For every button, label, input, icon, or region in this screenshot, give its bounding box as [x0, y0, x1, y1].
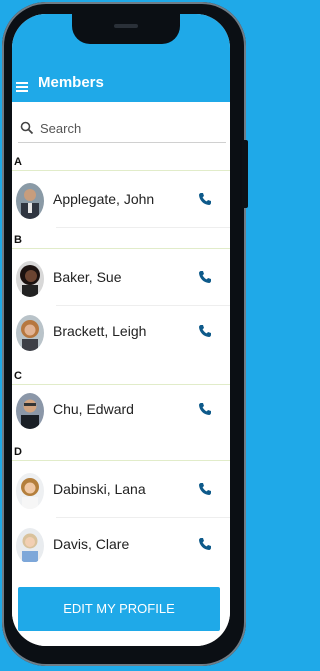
avatar	[16, 473, 44, 509]
avatar	[16, 393, 44, 429]
avatar	[16, 261, 44, 297]
search-bar[interactable]	[18, 118, 226, 143]
member-row[interactable]: Brackett, Leigh	[12, 306, 230, 360]
member-name: Davis, Clare	[53, 536, 130, 552]
edit-profile-button[interactable]: EDIT MY PROFILE	[18, 587, 220, 631]
member-name: Dabinski, Lana	[53, 481, 146, 497]
page-title: Members	[38, 74, 104, 91]
member-name: Chu, Edward	[53, 401, 134, 417]
search-input[interactable]	[38, 120, 222, 137]
row-divider	[56, 517, 230, 518]
section-header-b: B	[12, 234, 230, 249]
hamburger-icon[interactable]	[16, 82, 28, 92]
section-header-d: D	[12, 446, 230, 461]
notch	[72, 14, 180, 44]
member-name: Baker, Sue	[53, 269, 122, 285]
phone-frame: Members A Applegate, John B Baker, Sue	[2, 2, 248, 666]
avatar	[16, 528, 44, 564]
phone-icon[interactable]	[198, 192, 212, 206]
side-button	[242, 140, 248, 208]
member-row[interactable]: Chu, Edward	[12, 384, 230, 438]
row-divider	[56, 227, 230, 228]
search-icon	[20, 121, 34, 135]
member-row[interactable]: Applegate, John	[12, 174, 230, 228]
member-name: Applegate, John	[53, 191, 155, 207]
phone-icon[interactable]	[198, 482, 212, 496]
phone-icon[interactable]	[198, 324, 212, 338]
phone-icon[interactable]	[198, 402, 212, 416]
app-screen: Members A Applegate, John B Baker, Sue	[12, 14, 230, 646]
member-row[interactable]: Dabinski, Lana	[12, 464, 230, 518]
phone-icon[interactable]	[198, 270, 212, 284]
member-row[interactable]: Baker, Sue	[12, 252, 230, 306]
section-header-a: A	[12, 156, 230, 171]
section-header-c: C	[12, 370, 230, 385]
avatar	[16, 183, 44, 219]
avatar	[16, 315, 44, 351]
phone-icon[interactable]	[198, 537, 212, 551]
member-name: Brackett, Leigh	[53, 323, 147, 339]
speaker	[114, 24, 138, 28]
